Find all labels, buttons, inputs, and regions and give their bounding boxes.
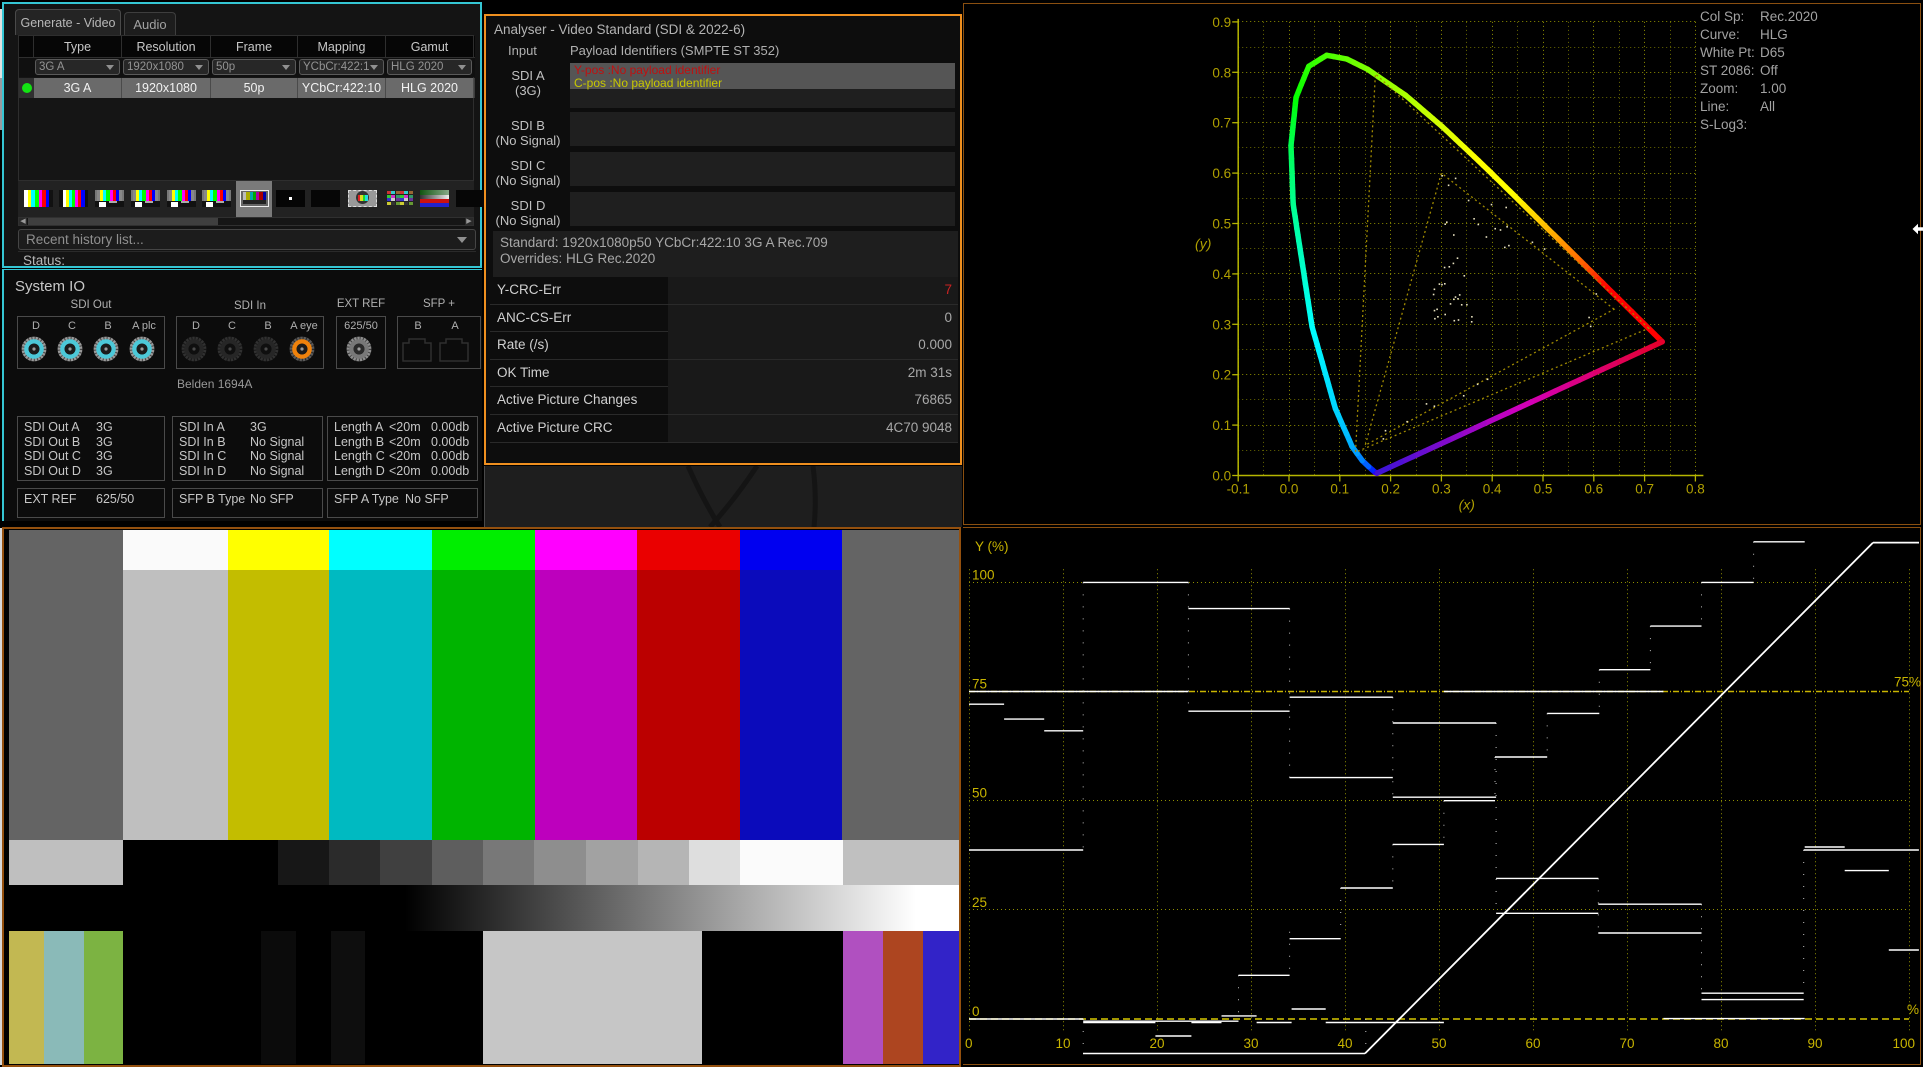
svg-text:0.6: 0.6	[1212, 166, 1231, 181]
svg-text:Rec.2020: Rec.2020	[1760, 9, 1818, 24]
svg-text:HLG: HLG	[1760, 27, 1788, 42]
svg-text:70: 70	[1619, 1036, 1634, 1051]
svg-text:D65: D65	[1760, 45, 1785, 60]
svg-text:0.8: 0.8	[1686, 482, 1705, 497]
svg-text:0.6: 0.6	[1584, 482, 1603, 497]
svg-text:0.5: 0.5	[1212, 217, 1231, 232]
svg-text:(y): (y)	[1195, 236, 1211, 252]
svg-text:0.0: 0.0	[1280, 482, 1299, 497]
svg-text:0.3: 0.3	[1432, 482, 1451, 497]
svg-text:80: 80	[1713, 1036, 1728, 1051]
svg-text:0.1: 0.1	[1212, 418, 1231, 433]
svg-text:0.7: 0.7	[1212, 116, 1231, 131]
svg-text:0.5: 0.5	[1534, 482, 1553, 497]
svg-text:Zoom:: Zoom:	[1700, 81, 1738, 96]
svg-text:0.3: 0.3	[1212, 317, 1231, 332]
svg-text:(x): (x)	[1459, 497, 1475, 513]
svg-text:10: 10	[1055, 1036, 1070, 1051]
svg-text:All: All	[1760, 99, 1775, 114]
svg-text:0.2: 0.2	[1381, 482, 1400, 497]
svg-text:50: 50	[1431, 1036, 1446, 1051]
svg-text:100: 100	[1892, 1036, 1915, 1051]
svg-text:40: 40	[1337, 1036, 1352, 1051]
svg-text:0.4: 0.4	[1483, 482, 1502, 497]
svg-text:0.8: 0.8	[1212, 65, 1231, 80]
svg-text:1.00: 1.00	[1760, 81, 1786, 96]
svg-text:75: 75	[972, 677, 987, 692]
svg-text:Y (%): Y (%)	[975, 539, 1009, 554]
svg-text:-0.1: -0.1	[1227, 482, 1250, 497]
svg-text:60: 60	[1525, 1036, 1540, 1051]
svg-text:%: %	[1907, 1002, 1919, 1017]
svg-text:S-Log3:: S-Log3:	[1700, 117, 1747, 132]
svg-text:0.0: 0.0	[1212, 469, 1231, 484]
svg-text:Line:: Line:	[1700, 99, 1729, 114]
svg-text:20: 20	[1149, 1036, 1164, 1051]
svg-text:White Pt:: White Pt:	[1700, 45, 1755, 60]
svg-text:0.2: 0.2	[1212, 368, 1231, 383]
svg-text:Col Sp:: Col Sp:	[1700, 9, 1744, 24]
svg-text:0: 0	[972, 1004, 980, 1019]
svg-text:30: 30	[1243, 1036, 1258, 1051]
svg-text:0: 0	[965, 1036, 973, 1051]
svg-text:25: 25	[972, 895, 987, 910]
svg-text:0.1: 0.1	[1330, 482, 1349, 497]
svg-text:Curve:: Curve:	[1700, 27, 1740, 42]
svg-text:100: 100	[972, 567, 995, 582]
svg-text:0.4: 0.4	[1212, 267, 1231, 282]
svg-text:90: 90	[1807, 1036, 1822, 1051]
svg-text:75%: 75%	[1894, 675, 1921, 690]
svg-text:0.9: 0.9	[1212, 15, 1231, 30]
svg-text:0.7: 0.7	[1635, 482, 1654, 497]
svg-text:Off: Off	[1760, 63, 1778, 78]
svg-text:ST 2086:: ST 2086:	[1700, 63, 1755, 78]
svg-text:50: 50	[972, 786, 987, 801]
